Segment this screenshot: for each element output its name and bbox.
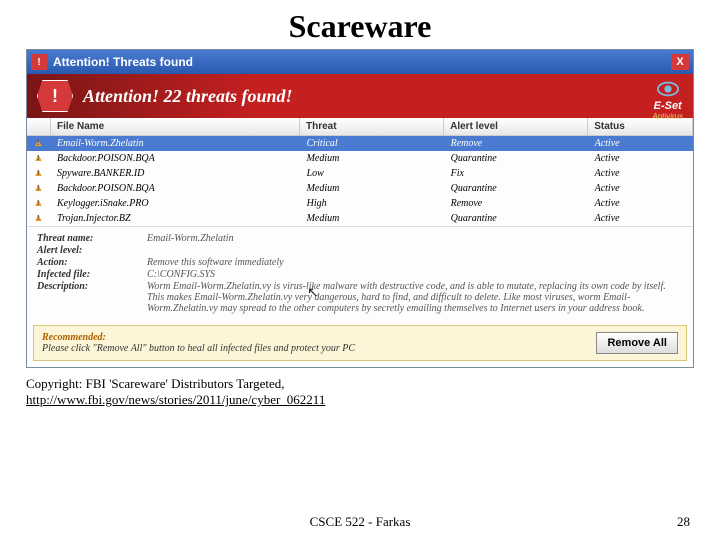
header-filename[interactable]: File Name	[51, 118, 300, 135]
detail-label-alert: Alert level:	[37, 245, 147, 256]
cell-filename: Keylogger.iSnake.PRO	[51, 197, 301, 210]
copyright-text: Copyright: FBI 'Scareware' Distributors …	[26, 376, 285, 391]
copyright-block: Copyright: FBI 'Scareware' Distributors …	[26, 376, 694, 408]
course-label: CSCE 522 - Farkas	[0, 514, 720, 530]
recommended-title: Recommended:	[42, 332, 596, 343]
table-row[interactable]: Spyware.BANKER.IDLowFixActive	[27, 166, 693, 181]
cell-threat: Medium	[301, 152, 445, 165]
detail-action: Remove this software immediately	[147, 257, 683, 268]
slide-footer: CSCE 522 - Farkas 28	[0, 514, 720, 530]
table-row[interactable]: Backdoor.POISON.BQAMediumQuarantineActiv…	[27, 151, 693, 166]
warning-icon	[33, 184, 45, 194]
warning-icon	[33, 139, 45, 149]
cell-alert: Remove	[445, 197, 589, 210]
copyright-link[interactable]: http://www.fbi.gov/news/stories/2011/jun…	[26, 392, 325, 407]
table-row[interactable]: Email-Worm.ZhelatinCriticalRemoveActive	[27, 136, 693, 151]
cell-filename: Trojan.Injector.BZ	[51, 212, 301, 225]
detail-alert	[147, 245, 683, 256]
warning-icon	[33, 154, 45, 164]
titlebar-text: Attention! Threats found	[53, 55, 193, 69]
cell-filename: Email-Worm.Zhelatin	[51, 137, 301, 150]
cell-alert: Remove	[445, 137, 589, 150]
slide-title: Scareware	[0, 0, 720, 49]
page-number: 28	[677, 514, 690, 530]
table-header: File Name Threat Alert level Status	[27, 118, 693, 136]
scareware-window: ! Attention! Threats found X Attention! …	[26, 49, 694, 368]
cell-threat: Critical	[301, 137, 445, 150]
brand-subtitle: Antivirus	[652, 112, 683, 121]
cell-alert: Quarantine	[445, 152, 589, 165]
danger-icon	[37, 80, 73, 112]
detail-label-name: Threat name:	[37, 233, 147, 244]
warning-icon	[33, 199, 45, 209]
recommended-desc: Please click "Remove All" button to heal…	[42, 343, 596, 354]
content-area: File Name Threat Alert level Status Emai…	[27, 118, 693, 361]
recommended-bar: Recommended: Please click "Remove All" b…	[33, 325, 687, 361]
threat-details: Threat name:Email-Worm.Zhelatin Alert le…	[27, 226, 693, 321]
brand-name: E-Set	[652, 100, 683, 112]
brand-eye-icon	[657, 78, 679, 100]
cell-filename: Spyware.BANKER.ID	[51, 167, 301, 180]
table-row[interactable]: Trojan.Injector.BZMediumQuarantineActive	[27, 211, 693, 226]
cell-status: Active	[589, 182, 693, 195]
warning-icon	[33, 214, 45, 224]
table-body: Email-Worm.ZhelatinCriticalRemoveActiveB…	[27, 136, 693, 226]
cell-status: Active	[589, 152, 693, 165]
header-alert[interactable]: Alert level	[444, 118, 588, 135]
cell-status: Active	[589, 212, 693, 225]
alert-banner: Attention! 22 threats found! E-Set Antiv…	[27, 74, 693, 118]
detail-file: C:\CONFIG.SYS	[147, 269, 683, 280]
close-icon[interactable]: X	[671, 54, 689, 70]
cell-threat: Medium	[301, 212, 445, 225]
cell-filename: Backdoor.POISON.BQA	[51, 152, 301, 165]
brand-logo-block: E-Set Antivirus	[652, 78, 683, 121]
warning-icon	[33, 169, 45, 179]
cell-alert: Quarantine	[445, 212, 589, 225]
cell-threat: Medium	[301, 182, 445, 195]
table-row[interactable]: Keylogger.iSnake.PROHighRemoveActive	[27, 196, 693, 211]
titlebar: ! Attention! Threats found X	[27, 50, 693, 74]
cell-alert: Quarantine	[445, 182, 589, 195]
titlebar-icon: !	[31, 54, 47, 70]
cell-status: Active	[589, 137, 693, 150]
detail-label-desc: Description:	[37, 281, 147, 314]
detail-desc: Worm Email-Worm.Zhelatin.vy is virus-lik…	[147, 281, 683, 314]
cell-alert: Fix	[445, 167, 589, 180]
table-row[interactable]: Backdoor.POISON.BQAMediumQuarantineActiv…	[27, 181, 693, 196]
detail-label-action: Action:	[37, 257, 147, 268]
remove-all-button[interactable]: Remove All	[596, 332, 678, 354]
cell-filename: Backdoor.POISON.BQA	[51, 182, 301, 195]
detail-label-file: Infected file:	[37, 269, 147, 280]
cell-status: Active	[589, 167, 693, 180]
cell-threat: Low	[301, 167, 445, 180]
cell-threat: High	[301, 197, 445, 210]
detail-name: Email-Worm.Zhelatin	[147, 233, 683, 244]
banner-text: Attention! 22 threats found!	[83, 86, 293, 107]
cell-status: Active	[589, 197, 693, 210]
header-threat[interactable]: Threat	[300, 118, 444, 135]
